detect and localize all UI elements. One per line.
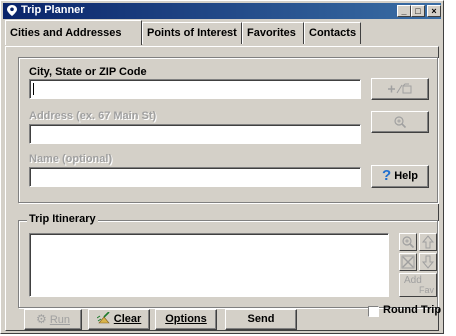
tab-favorites[interactable]: Favorites: [242, 22, 304, 44]
arrow-down-icon: [421, 255, 435, 269]
move-up-button[interactable]: [419, 233, 437, 251]
round-trip-checkbox[interactable]: [368, 306, 379, 317]
itinerary-list[interactable]: [29, 233, 389, 297]
tab-points-of-interest[interactable]: Points of Interest: [142, 22, 242, 44]
close-button[interactable]: ×: [427, 5, 441, 17]
restore-button[interactable]: □: [411, 5, 425, 17]
zoom-stop-button[interactable]: [399, 233, 417, 251]
send-button[interactable]: Send: [225, 309, 297, 330]
tab-panel: City, State or ZIP Code Address (ex. 67 …: [5, 46, 441, 331]
itinerary-label: Trip Itinerary: [27, 213, 98, 225]
find-location-button[interactable]: [371, 111, 429, 133]
address-label: Address (ex. 67 Main St): [29, 110, 157, 122]
city-input[interactable]: [29, 79, 361, 99]
name-label: Name (optional): [29, 153, 113, 165]
clear-button-label: Clear: [113, 313, 142, 325]
text-caret: [33, 83, 34, 95]
add-to-itinerary-icon: [388, 83, 412, 94]
arrow-up-icon: [421, 235, 435, 249]
tab-cities-and-addresses[interactable]: Cities and Addresses: [5, 20, 142, 45]
delete-stop-button[interactable]: [399, 253, 417, 271]
add-to-itinerary-button[interactable]: [371, 78, 429, 100]
run-icon: ⚙: [35, 312, 47, 326]
add-favorite-label-fav: Fav: [419, 285, 435, 295]
trip-planner-window: Trip Planner _ □ × Cities and Addresses …: [0, 0, 444, 334]
broom-icon: [96, 311, 110, 324]
address-group: City, State or ZIP Code Address (ex. 67 …: [18, 57, 438, 203]
question-mark-icon: ?: [381, 167, 392, 184]
name-input[interactable]: [29, 167, 361, 187]
address-input[interactable]: [29, 124, 361, 144]
delete-x-icon: [401, 255, 415, 269]
clear-button[interactable]: Clear: [88, 309, 150, 330]
magnifier-icon: [394, 116, 407, 129]
magnifier-icon: [402, 236, 415, 249]
minimize-button[interactable]: _: [397, 5, 411, 17]
add-favorite-button[interactable]: Add Fav: [399, 273, 437, 297]
run-button[interactable]: ⚙ Run: [24, 309, 82, 330]
app-icon: [7, 5, 17, 16]
city-label: City, State or ZIP Code: [29, 66, 147, 78]
window-title: Trip Planner: [21, 4, 85, 16]
move-down-button[interactable]: [419, 253, 437, 271]
itinerary-group: Trip Itinerary Add Fav: [18, 213, 438, 308]
title-bar[interactable]: Trip Planner _ □ ×: [3, 3, 441, 19]
options-button[interactable]: Options: [155, 309, 217, 330]
send-button-label: Send: [247, 313, 275, 325]
round-trip-label[interactable]: Round Trip: [383, 304, 441, 316]
options-button-label: Options: [165, 313, 207, 325]
help-button-label: Help: [394, 170, 419, 182]
help-button[interactable]: ? Help: [371, 165, 429, 188]
run-button-label: Run: [49, 314, 70, 326]
tab-contacts[interactable]: Contacts: [304, 22, 361, 44]
